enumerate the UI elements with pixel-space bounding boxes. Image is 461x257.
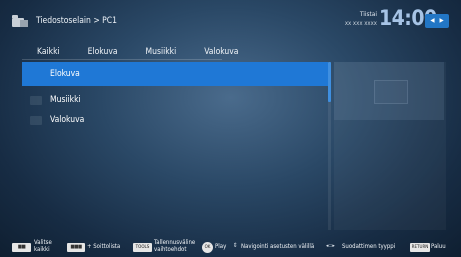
preview-placeholder-icon <box>374 80 408 104</box>
nav-arrows-button[interactable]: ◀ ▶ <box>425 14 449 28</box>
day-label: Tiistai <box>359 10 377 18</box>
folder-icon <box>30 96 42 105</box>
list-item-label: Elokuva <box>50 69 80 79</box>
scrollbar-thumb[interactable] <box>328 62 331 102</box>
breadcrumb: Tiedostoselain > PC1 <box>36 16 117 26</box>
select-all-key-icon: ■■ <box>12 243 31 252</box>
tools-key-icon: TOOLS <box>133 243 152 252</box>
navigate-icon: ⇕ <box>233 242 238 249</box>
tab-divider <box>22 59 222 60</box>
list-item-movie[interactable]: Elokuva <box>22 62 328 86</box>
file-list: Elokuva Musiikki Valokuva <box>22 62 328 230</box>
navigate-hint: Navigointi asetusten välillä <box>241 243 315 250</box>
tab-music[interactable]: Musiikki <box>131 44 190 60</box>
filter-type-hint: Suodattimen tyyppi <box>342 243 396 250</box>
storage-options-hint: Tallennusväline vaihtoehdot <box>154 239 196 253</box>
list-item-label: Valokuva <box>50 115 85 125</box>
chevron-left-icon: ◀ <box>430 17 435 24</box>
folder-icon <box>30 116 42 125</box>
playlist-key-icon: ■■■ <box>67 243 85 252</box>
back-hint: Paluu <box>431 243 446 250</box>
playlist-hint: + Soittolista <box>87 243 121 250</box>
date-label: xx xxx xxxx <box>344 20 377 27</box>
ok-key-icon: OK <box>202 242 213 253</box>
tab-photo[interactable]: Valokuva <box>189 44 251 60</box>
chevron-right-icon: ▶ <box>439 17 444 24</box>
tab-movie[interactable]: Elokuva <box>73 44 131 60</box>
select-all-hint: Valitse kaikki <box>34 239 52 253</box>
play-hint: Play <box>215 243 227 250</box>
return-key-icon: RETURN <box>410 243 430 252</box>
footer-help-bar: ■■ Valitse kaikki ■■■ + Soittolista TOOL… <box>0 238 461 257</box>
filter-tabs: Kaikki Elokuva Musiikki Valokuva <box>22 44 252 60</box>
filter-arrows-icon: ◂▭▸ <box>326 243 335 249</box>
header: Tiedostoselain > PC1 Tiistai xx xxx xxxx… <box>0 0 461 40</box>
tab-all[interactable]: Kaikki <box>22 44 73 60</box>
list-item-photo[interactable]: Valokuva <box>22 108 328 132</box>
file-browser-icon <box>20 20 28 27</box>
